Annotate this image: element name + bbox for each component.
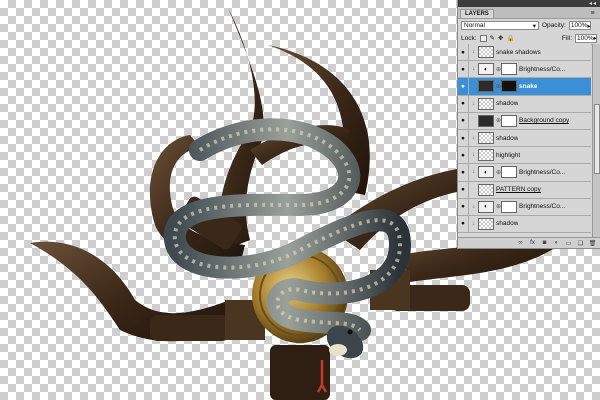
layer-mask-thumbnail [501,63,517,76]
clip-arrow-icon: ↓ [472,135,475,142]
new-group-icon[interactable]: ▭ [565,240,572,247]
layer-name: shadow [496,134,519,142]
layer-mask-thumbnail [501,200,517,213]
layers-bottom-toolbar: ∞ fx ◙ ◐ ▭ ❏ 🗑 [458,237,600,248]
layer-row[interactable]: ● ↓ ◐ ⊕ Brightness/Co... [458,198,591,216]
layers-panel: ◂◂ LAYERS ≡ Normal ▾ Opacity: 100% ▸ Loc… [457,0,600,249]
scrollbar-thumb[interactable] [594,104,600,174]
opacity-arrow-icon[interactable]: ▸ [587,22,590,30]
layer-thumbnail [478,114,494,127]
fill-arrow-icon[interactable]: ▸ [594,34,597,42]
adjustment-layer-icon[interactable]: ◐ [553,240,560,247]
layer-row[interactable]: ● ↓ snake shadows [458,44,591,62]
layer-thumbnail [478,80,494,93]
visibility-eye-icon[interactable]: ● [458,164,469,181]
opacity-value: 100% [570,22,588,29]
opacity-field[interactable]: 100% ▸ [568,21,591,30]
layers-list: ● ↓ snake shadows ● ↓ ◐ ⊕ Brightness/Co.… [458,44,591,237]
layer-row[interactable]: ● ⊕ Background copy [458,112,591,130]
layer-name: Brightness/Co... [519,203,566,211]
layer-thumbnail [478,97,494,110]
visibility-eye-icon[interactable]: ● [458,147,469,164]
fill-field[interactable]: 100% ▸ [575,33,597,43]
collapse-panel-icon[interactable]: ◂◂ [589,0,597,7]
new-layer-icon[interactable]: ❏ [577,240,584,247]
layer-name: Brightness/Co... [519,168,566,176]
opacity-label: Opacity: [542,22,566,29]
blend-opacity-row: Normal ▾ Opacity: 100% ▸ [458,19,600,32]
clip-arrow-icon: ↓ [472,169,475,176]
layer-mask-thumbnail [501,114,517,127]
add-mask-icon[interactable]: ◙ [541,240,548,247]
visibility-eye-icon[interactable]: ● [458,61,469,78]
layer-name: shadow [496,220,519,228]
tab-layers[interactable]: LAYERS [460,9,494,18]
adjustment-layer-thumbnail: ◐ [478,166,494,179]
layer-row[interactable]: ● ↓ shadow [458,215,591,234]
visibility-eye-icon[interactable]: ● [458,181,469,198]
clip-arrow-icon: ↓ [472,203,475,210]
link-layers-icon[interactable]: ∞ [517,240,524,247]
layer-name: shadow [496,100,519,108]
blend-mode-value: Normal [464,22,485,29]
lock-paint-icon[interactable]: ✎ [490,34,495,42]
visibility-eye-icon[interactable]: ● [458,129,469,147]
clip-arrow-icon: ↓ [472,100,475,107]
layers-scrollbar[interactable] [592,44,600,237]
fill-value: 100% [577,34,594,42]
trash-icon[interactable]: 🗑 [589,240,597,247]
adjustment-layer-thumbnail: ◐ [478,200,494,213]
adjustment-layer-thumbnail: ◐ [478,63,494,76]
lock-label: Lock: [461,34,477,42]
layer-name: PATTERN copy [496,186,541,194]
layer-name: Brightness/Co... [519,65,566,73]
clip-arrow-icon: ↓ [472,220,475,227]
visibility-eye-icon[interactable]: ● [458,215,469,233]
fill-label: Fill: [561,34,572,42]
layer-name: Background copy [519,117,570,125]
layer-row-selected[interactable]: ● ⊕ snake [458,78,591,96]
layer-thumbnail [478,149,494,162]
layer-thumbnail [478,46,494,59]
clip-arrow-icon: ↓ [472,49,475,56]
layer-row[interactable]: ● PATTERN copy [458,181,591,199]
panel-titlebar[interactable]: ◂◂ [458,0,600,7]
layer-name: highlight [496,151,521,159]
layer-mask-thumbnail [501,166,517,179]
blend-mode-select[interactable]: Normal ▾ [461,21,539,30]
layer-row[interactable]: ● ↓ highlight [458,147,591,165]
visibility-eye-icon[interactable]: ● [458,95,469,112]
visibility-eye-icon[interactable]: ● [458,198,469,215]
panel-tabs: LAYERS ≡ [458,7,600,19]
layer-thumbnail [478,217,494,230]
panel-menu-icon[interactable]: ≡ [588,10,597,18]
lock-position-icon[interactable]: ✥ [498,34,503,42]
layer-name: snake [519,82,538,90]
layer-thumbnail [478,183,494,196]
layer-row[interactable]: ● ↓ ◐ ⊕ Brightness/Co... [458,164,591,182]
lock-all-icon[interactable]: 🔒 [506,34,514,42]
layer-row[interactable]: ● ↓ shadow [458,95,591,113]
layer-row[interactable]: ● ↓ shadow [458,129,591,148]
visibility-eye-icon[interactable]: ● [458,78,469,95]
layer-name: snake shadows [496,48,541,56]
lock-transparency-icon[interactable] [479,34,487,42]
layer-thumbnail [478,132,494,145]
fx-icon[interactable]: fx [529,240,536,247]
visibility-eye-icon[interactable]: ● [458,44,469,61]
layer-row[interactable]: ● ↓ ◐ ⊕ Brightness/Co... [458,61,591,79]
chevron-down-icon: ▾ [532,22,536,30]
layer-mask-thumbnail [501,80,517,93]
clip-arrow-icon: ↓ [472,152,475,159]
visibility-eye-icon[interactable]: ● [458,112,469,129]
clip-arrow-icon: ↓ [472,66,475,73]
